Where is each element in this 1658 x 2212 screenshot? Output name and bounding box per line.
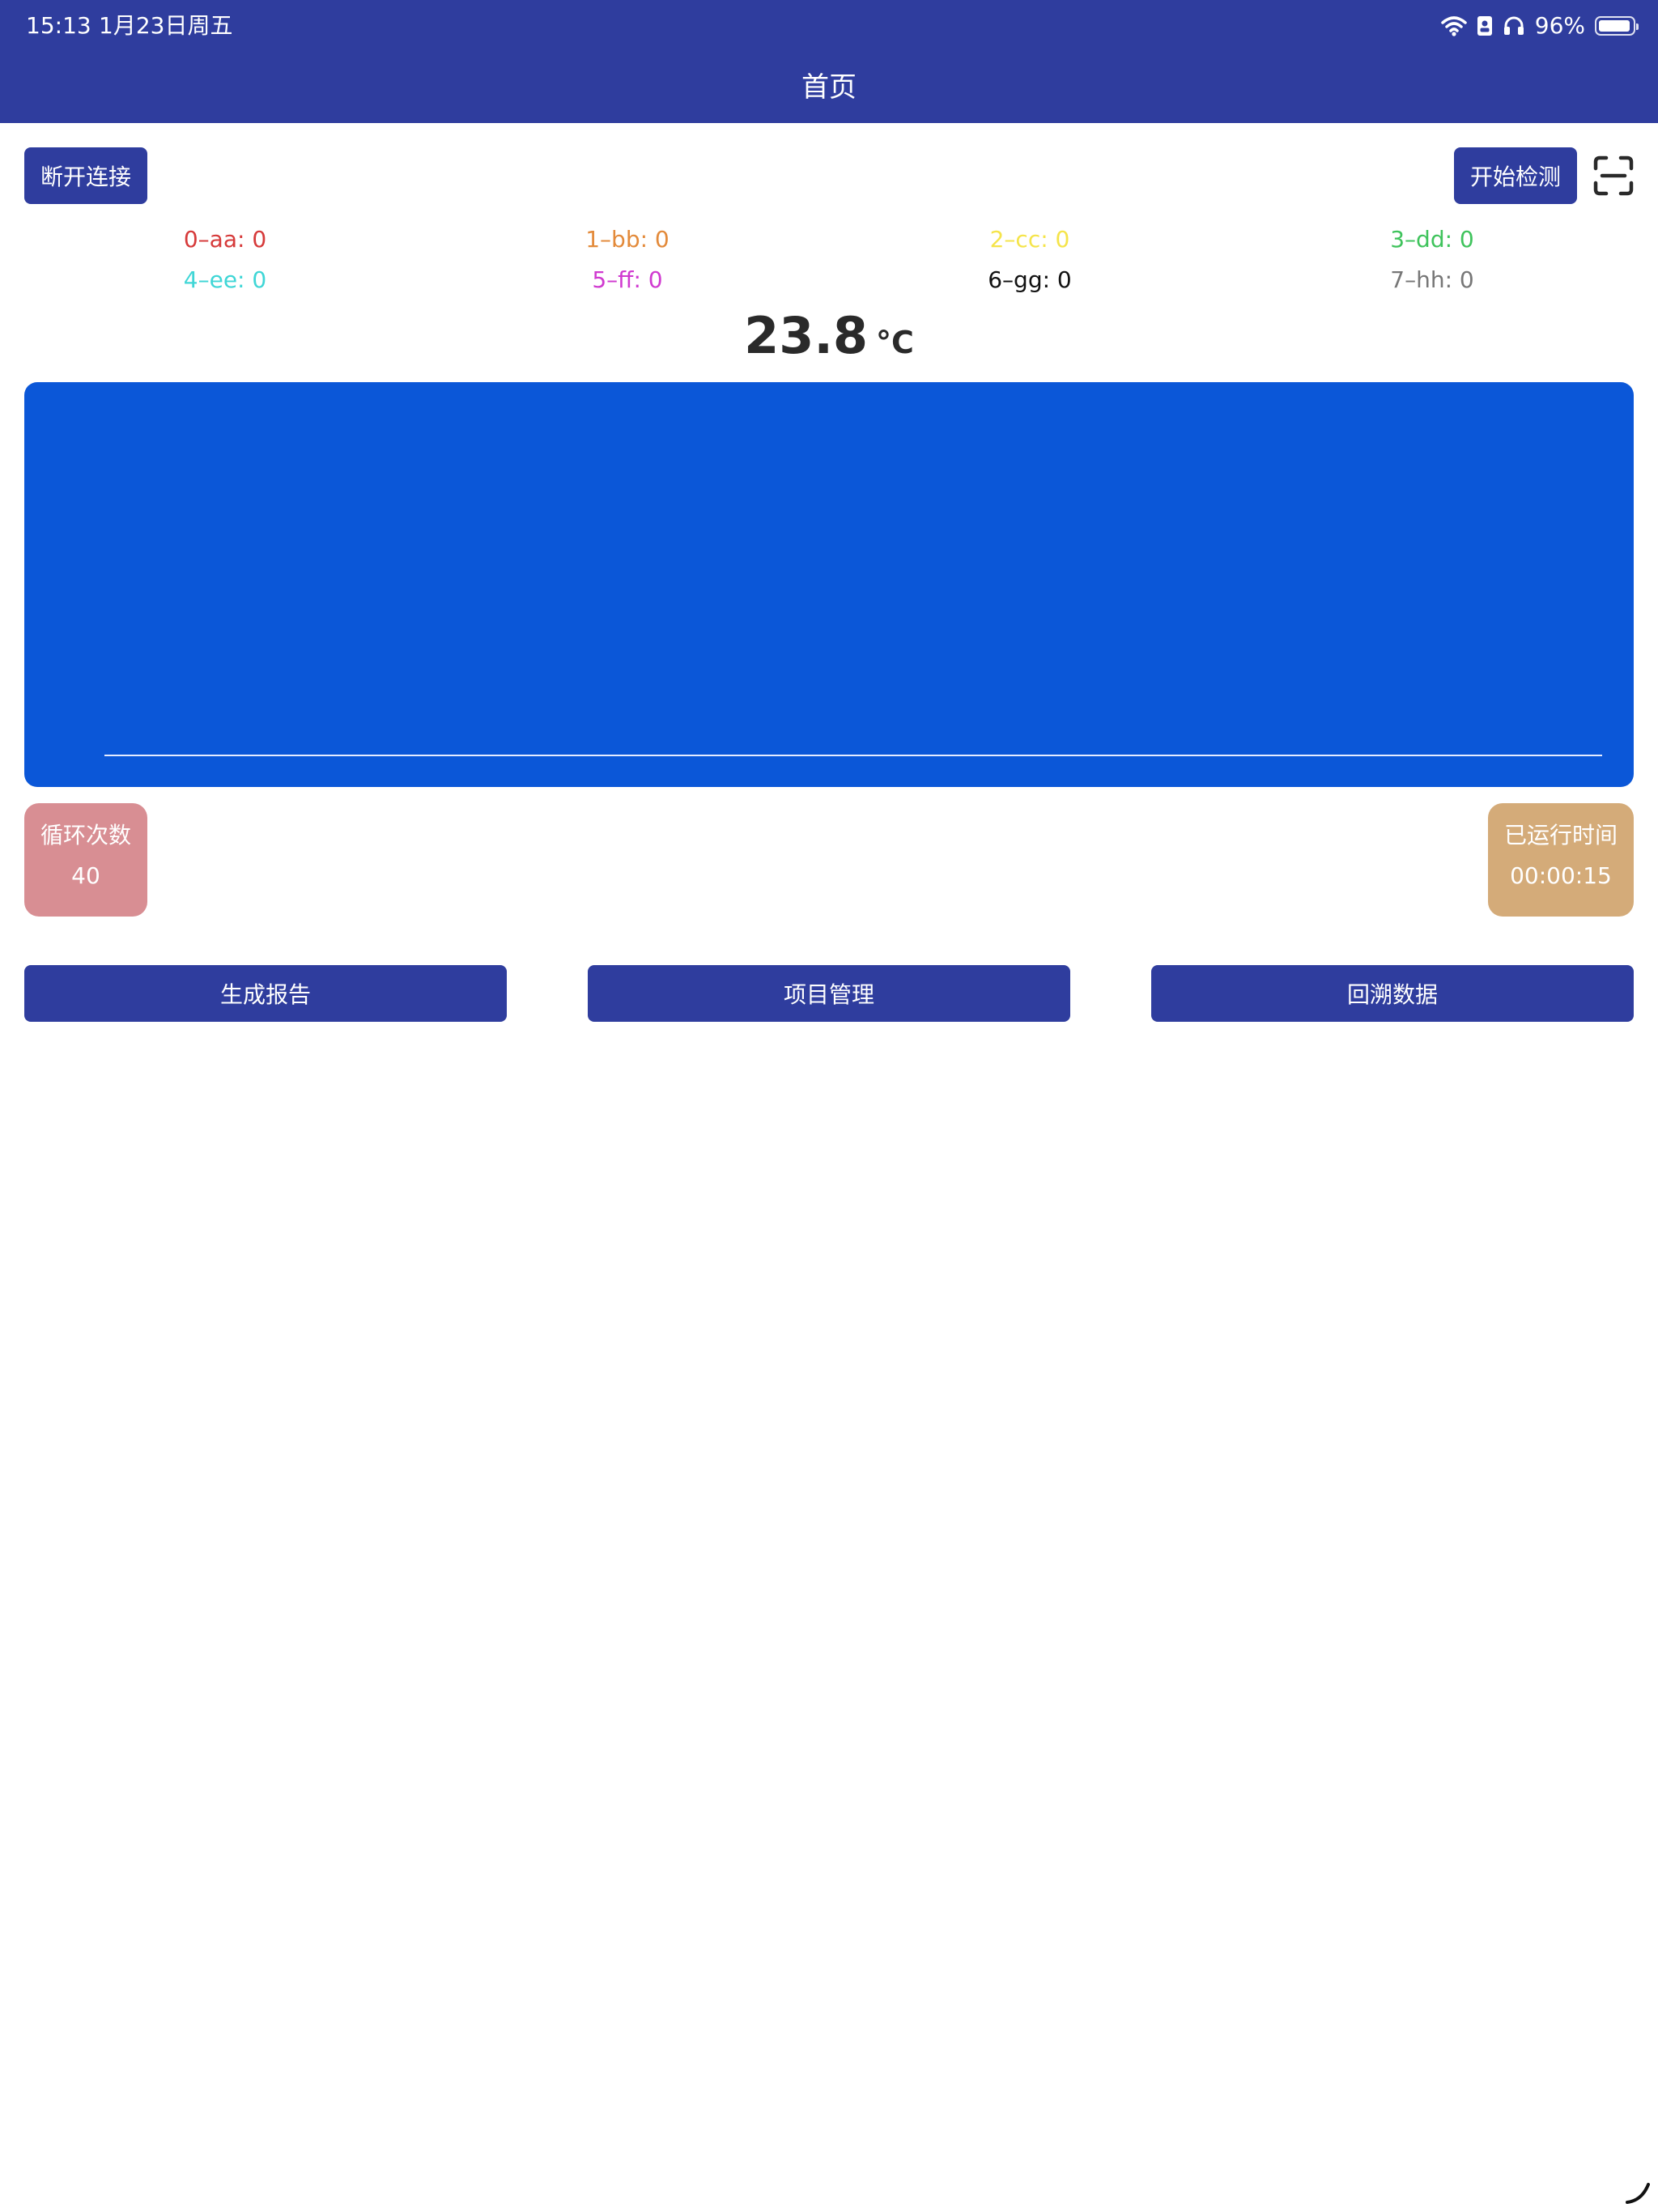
headphones-icon	[1503, 15, 1525, 36]
legend-item-bb: 1–bb: 0	[585, 226, 670, 253]
project-management-button[interactable]: 项目管理	[588, 965, 1070, 1022]
battery-icon	[1595, 16, 1639, 36]
status-date: 1月23日周五	[99, 12, 233, 39]
status-indicators: 96%	[1441, 10, 1639, 42]
cycle-count-value: 40	[71, 862, 100, 889]
runtime-card: 已运行时间 00:00:15	[1488, 803, 1634, 917]
cycle-count-card: 循环次数 40	[24, 803, 147, 917]
temperature-display: 23.8 °C	[0, 306, 1658, 365]
page-title: 首页	[801, 71, 857, 104]
legend-item-ff: 5–ff: 0	[592, 266, 663, 293]
amplification-chart	[24, 382, 1634, 787]
runtime-label: 已运行时间	[1503, 822, 1618, 849]
legend-item-aa: 0–aa: 0	[183, 226, 267, 253]
temperature-unit: °C	[876, 325, 914, 360]
status-time: 15:13	[26, 12, 91, 39]
battery-percent: 96%	[1534, 12, 1585, 39]
resize-handle-icon	[1624, 2178, 1652, 2206]
legend-item-cc: 2–cc: 0	[989, 226, 1070, 253]
trace-data-button[interactable]: 回溯数据	[1151, 965, 1634, 1022]
legend-item-dd: 3–dd: 0	[1390, 226, 1474, 253]
chart-x-axis	[104, 755, 1602, 756]
temperature-value: 23.8	[744, 306, 869, 365]
battery-fill	[1599, 20, 1630, 32]
generate-report-button[interactable]: 生成报告	[24, 965, 507, 1022]
legend-item-gg: 6–gg: 0	[988, 266, 1072, 293]
legend-item-ee: 4–ee: 0	[183, 266, 267, 293]
legend-item-hh: 7–hh: 0	[1390, 266, 1474, 293]
runtime-value: 00:00:15	[1510, 862, 1612, 889]
cycle-count-label: 循环次数	[40, 822, 131, 849]
start-detection-button[interactable]: 开始检测	[1454, 147, 1577, 204]
app-header: 15:13 1月23日周五 96% 首页	[0, 0, 1658, 123]
disconnect-button[interactable]: 断开连接	[24, 147, 147, 204]
sim-card-icon	[1477, 15, 1493, 36]
wifi-icon	[1441, 15, 1467, 36]
scan-icon[interactable]	[1592, 154, 1635, 198]
